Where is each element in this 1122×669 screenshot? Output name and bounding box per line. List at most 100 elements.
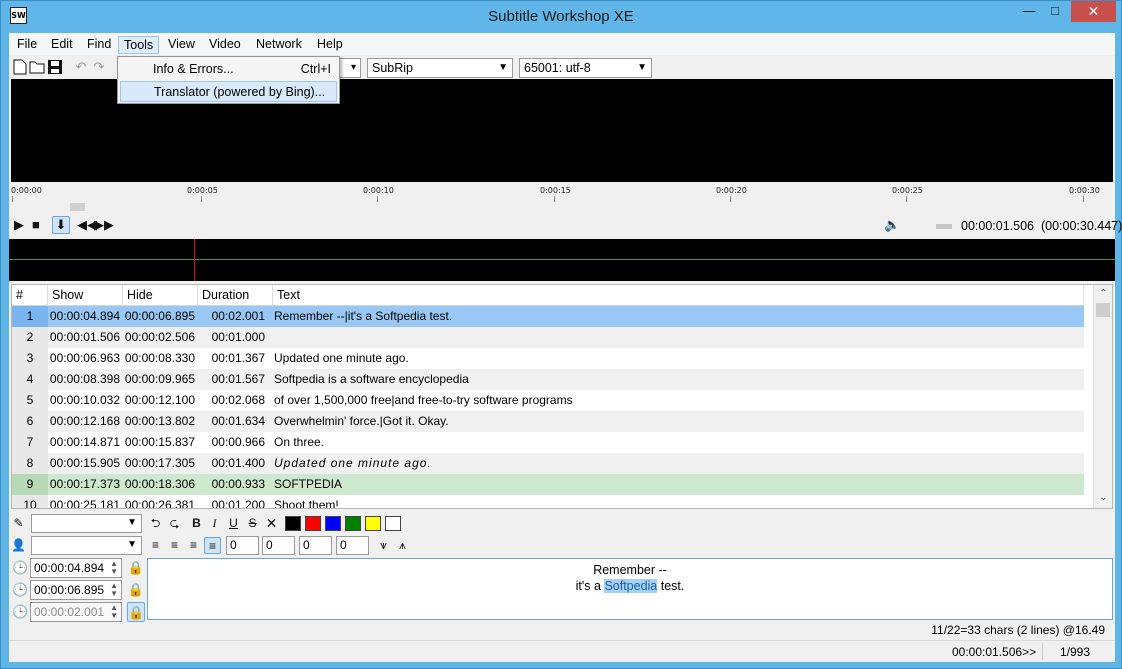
menu-file[interactable]: File xyxy=(12,36,42,54)
scroll-down-icon[interactable]: ⌄ xyxy=(1094,489,1112,506)
hide-time-row: 🕒 00:00:06.895 ▲ ▼ 🔒 xyxy=(9,579,149,601)
color-swatch-red[interactable] xyxy=(305,516,321,531)
split-icon[interactable]: ⩛ xyxy=(375,537,392,554)
menu-item-info-errors[interactable]: Info & Errors... Ctrl+I xyxy=(120,59,337,80)
menu-edit[interactable]: Edit xyxy=(46,36,78,54)
margin-left-field[interactable]: 0 xyxy=(226,536,259,555)
scroll-up-icon[interactable]: ⌃ xyxy=(1094,285,1112,302)
subtitle-text-editor[interactable]: Remember -- it's a Softpedia test. xyxy=(147,558,1113,620)
scroll-thumb[interactable] xyxy=(1096,303,1110,317)
lock-hide-icon[interactable]: 🔒 xyxy=(127,580,145,600)
encoding-combo[interactable]: 65001: utf-8 ▼ xyxy=(519,58,652,78)
align-justify-icon[interactable]: ≡ xyxy=(204,537,221,554)
row-duration: 00:00.966 xyxy=(211,435,265,449)
move-back-icon[interactable]: ⮌ xyxy=(147,515,164,532)
table-row[interactable]: 8 00:00:15.905 00:00:17.305 00:01.400 Up… xyxy=(12,453,1084,474)
subtitle-grid[interactable]: # Show Hide Duration Text 1 00:00:04.894… xyxy=(11,284,1113,509)
play-icon[interactable]: ▶ xyxy=(14,217,24,233)
color-swatch-blue[interactable] xyxy=(325,516,341,531)
redo-icon[interactable]: ↷ xyxy=(91,59,107,75)
close-button[interactable]: ✕ xyxy=(1071,1,1116,22)
color-swatch-green[interactable] xyxy=(345,516,361,531)
column-header-number[interactable]: # xyxy=(12,285,48,306)
row-show: 00:00:12.168 xyxy=(49,414,120,428)
minimize-button[interactable]: — xyxy=(1016,1,1042,22)
char-count: 11/22=33 chars (2 lines) @16.49 xyxy=(931,623,1105,637)
row-show: 00:00:06.963 xyxy=(49,351,120,365)
menu-video[interactable]: Video xyxy=(204,36,246,54)
timeline-tick xyxy=(201,196,202,202)
forward-icon[interactable]: ▶▶ xyxy=(94,217,114,233)
timeline-label: 0:00:10 xyxy=(363,186,394,195)
hide-time-field[interactable]: 00:00:06.895 ▲ ▼ xyxy=(30,580,122,600)
table-row[interactable]: 4 00:00:08.398 00:00:09.965 00:01.567 So… xyxy=(12,369,1084,390)
color-swatch-white[interactable] xyxy=(385,516,401,531)
timeline-ruler[interactable]: 0:00:00 0:00:05 0:00:10 0:00:15 0:00:20 … xyxy=(11,183,1113,205)
margin-top-field[interactable]: 0 xyxy=(299,536,332,555)
table-row[interactable]: 6 00:00:12.168 00:00:13.802 00:01.634 Ov… xyxy=(12,411,1084,432)
column-header-duration[interactable]: Duration xyxy=(198,285,273,306)
playback-bar: ▶ ■ ⬇ ◀◀ ▶▶ 🔈 00:00:01.506 (00:00:30.447… xyxy=(9,215,1122,237)
menu-help[interactable]: Help xyxy=(312,36,348,54)
fps-combo[interactable]: ▾ xyxy=(339,58,361,78)
current-time: 00:00:01.506 xyxy=(961,219,1034,233)
duration-time-icon: 🕒 xyxy=(12,604,29,619)
maximize-button[interactable]: □ xyxy=(1042,1,1068,22)
color-swatch-black[interactable] xyxy=(285,516,301,531)
menu-network[interactable]: Network xyxy=(251,36,307,54)
status-bar: 00:00:01.506>> 1/993 xyxy=(9,640,1115,662)
move-forward-icon[interactable]: ⮎ xyxy=(166,515,183,532)
row-hide: 00:00:17.305 xyxy=(124,456,195,470)
clear-format-icon[interactable]: ✕ xyxy=(263,515,280,532)
underline-icon[interactable]: U xyxy=(225,515,242,532)
menu-item-translator[interactable]: Translator (powered by Bing)... xyxy=(120,81,337,102)
bold-icon[interactable]: B xyxy=(188,515,205,532)
waveform-cursor xyxy=(194,239,195,281)
alignment-toolbar: 👤 ▼ ≡ ≡ ≡ ≡ 0 0 0 0 ⩛ ⩚ xyxy=(9,535,1115,557)
column-header-hide[interactable]: Hide xyxy=(123,285,198,306)
table-row[interactable]: 1 00:00:04.894 00:00:06.895 00:02.001 Re… xyxy=(12,306,1084,327)
menu-tools[interactable]: Tools xyxy=(118,36,160,54)
show-time-field[interactable]: 00:00:04.894 ▲ ▼ xyxy=(30,558,122,578)
style-combo[interactable]: ▼ xyxy=(31,514,142,533)
format-combo[interactable]: SubRip ▼ xyxy=(367,58,513,78)
new-file-icon[interactable] xyxy=(12,59,28,75)
table-row[interactable]: 3 00:00:06.963 00:00:08.330 00:01.367 Up… xyxy=(12,348,1084,369)
grid-scrollbar[interactable]: ⌃ ⌄ xyxy=(1093,285,1112,508)
duration-time-field[interactable]: 00:00:02.001 ▲ ▼ xyxy=(30,602,122,622)
merge-icon[interactable]: ⩚ xyxy=(394,537,411,554)
title-bar[interactable]: SW Subtitle Workshop XE — □ ✕ xyxy=(1,1,1121,33)
stop-icon[interactable]: ■ xyxy=(32,217,40,233)
menu-find[interactable]: Find xyxy=(82,36,116,54)
table-row[interactable]: 2 00:00:01.506 00:00:02.506 00:01.000 xyxy=(12,327,1084,348)
table-row[interactable]: 5 00:00:10.032 00:00:12.100 00:02.068 of… xyxy=(12,390,1084,411)
strikethrough-icon[interactable]: S xyxy=(244,515,261,532)
volume-slider[interactable] xyxy=(936,224,952,229)
color-swatch-yellow[interactable] xyxy=(365,516,381,531)
row-duration: 00:02.001 xyxy=(211,309,265,323)
seek-slider-handle[interactable] xyxy=(70,203,85,211)
table-row[interactable]: 9 00:00:17.373 00:00:18.306 00:00.933 SO… xyxy=(12,474,1084,495)
timeline-tick xyxy=(12,196,13,202)
lock-show-icon[interactable]: 🔒 xyxy=(127,558,145,578)
align-right-icon[interactable]: ≡ xyxy=(185,537,202,554)
italic-icon[interactable]: I xyxy=(206,515,223,532)
lock-duration-icon[interactable]: 🔒 xyxy=(127,602,145,622)
column-header-text[interactable]: Text xyxy=(273,285,1084,306)
open-folder-icon[interactable] xyxy=(29,59,45,75)
margin-bottom-field[interactable]: 0 xyxy=(336,536,369,555)
timeline-label: 0:00:25 xyxy=(892,186,923,195)
table-row[interactable]: 7 00:00:14.871 00:00:15.837 00:00.966 On… xyxy=(12,432,1084,453)
margin-right-field[interactable]: 0 xyxy=(262,536,295,555)
undo-icon[interactable]: ↶ xyxy=(73,59,89,75)
column-header-show[interactable]: Show xyxy=(48,285,123,306)
align-left-icon[interactable]: ≡ xyxy=(147,537,164,554)
volume-icon[interactable]: 🔈 xyxy=(884,217,900,233)
save-icon[interactable] xyxy=(47,59,63,75)
autoscroll-icon[interactable]: ⬇ xyxy=(52,216,70,234)
align-center-icon[interactable]: ≡ xyxy=(166,537,183,554)
table-row[interactable]: 10 00:00:25.181 00:00:26.381 00:01.200 S… xyxy=(12,495,1084,508)
actor-combo[interactable]: ▼ xyxy=(31,536,142,555)
menu-view[interactable]: View xyxy=(163,36,200,54)
waveform-panel[interactable] xyxy=(9,239,1115,281)
